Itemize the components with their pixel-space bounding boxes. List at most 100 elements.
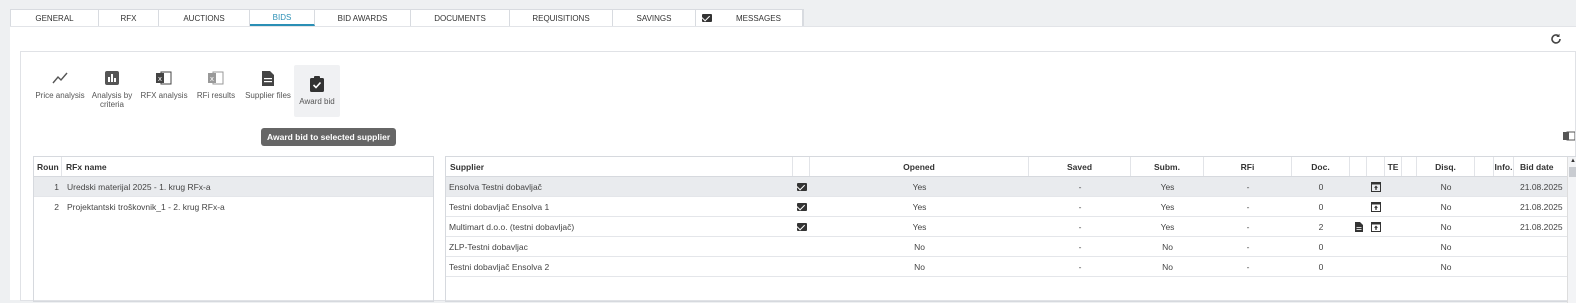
main-panel: Price analysis Analysis by criteria x RF… [10,26,1576,303]
supplier-files-button[interactable]: Supplier files [242,65,294,117]
refresh-icon[interactable] [1550,33,1562,48]
column-header-blank[interactable] [1402,157,1417,176]
rfx-analysis-button[interactable]: x RFX analysis [138,65,190,117]
table-row[interactable]: Multimart d.o.o. (testni dobavljač) Yes … [446,217,1576,237]
files-cell [1350,197,1367,216]
tool-label: Analysis by criteria [91,91,133,109]
tab-label: AUCTIONS [183,13,225,23]
scroll-up-icon[interactable]: ▲ [1570,158,1576,164]
tool-label: Award bid [299,97,335,106]
message-cell[interactable] [793,217,810,236]
disqualified-cell: No [1440,261,1452,272]
tab-label: BID AWARDS [337,13,388,23]
column-header-message[interactable] [793,157,810,176]
envelope-icon[interactable] [796,202,807,211]
price-analysis-button[interactable]: Price analysis [34,65,86,117]
column-header-opened[interactable]: Opened [810,157,1029,176]
bids-panel: Price analysis Analysis by criteria x RF… [20,51,1576,303]
blank-cell [1402,177,1417,196]
column-header-info[interactable]: Info. [1494,157,1514,176]
open-bid-icon[interactable] [1371,181,1381,192]
open-bid-icon[interactable] [1371,221,1381,232]
files-cell [1350,257,1367,276]
excel-export-icon[interactable] [1563,128,1576,141]
column-header-rfi[interactable]: RFi [1204,157,1292,176]
column-header-files[interactable] [1350,157,1367,176]
rfi-cell: - [1246,241,1250,252]
document-icon[interactable] [1354,221,1363,232]
view-cell[interactable] [1367,177,1385,196]
message-cell[interactable] [793,177,810,196]
te-cell [1385,237,1402,256]
tab-bids[interactable]: BIDS [250,10,315,26]
suppliers-table: Supplier Opened Saved Subm. RFi Doc. TE … [445,156,1576,303]
column-header-rfx-name[interactable]: RFx name [62,157,433,176]
column-header-disqualified[interactable]: Disq. [1417,157,1475,176]
tab-label: SAVINGS [636,13,672,23]
envelope-icon[interactable] [796,182,807,191]
saved-cell: - [1078,261,1082,272]
column-header-te[interactable]: TE [1385,157,1402,176]
scrollbar-thumb[interactable] [1569,167,1576,177]
rfi-cell: - [1246,181,1250,192]
saved-cell: - [1078,201,1082,212]
table-row[interactable]: Testni dobavljač Ensolva 2 No - No - 0 N… [446,257,1576,277]
column-header-view[interactable] [1367,157,1385,176]
table-row[interactable]: ZLP-Testni dobavljac No - No - 0 No [446,237,1576,257]
award-bid-button[interactable]: Award bid [294,65,340,117]
saved-cell: - [1078,241,1082,252]
tab-bid-awards[interactable]: BID AWARDS [315,10,411,26]
blank-cell [1475,197,1494,216]
tab-label: REQUISITIONS [532,13,590,23]
trend-line-icon [52,70,68,86]
opened-cell: No [914,241,925,252]
tab-documents[interactable]: DOCUMENTS [411,10,510,26]
column-header-blank[interactable] [1475,157,1494,176]
open-bid-icon[interactable] [1371,201,1381,212]
table-row[interactable]: 2 Projektantski troškovnik_1 - 2. krug R… [34,197,433,217]
svg-text:x: x [210,75,214,83]
envelope-icon[interactable] [796,222,807,231]
tab-messages[interactable]: MESSAGES [696,10,803,26]
submitted-cell: Yes [1160,181,1175,192]
disqualified-cell: No [1440,221,1452,232]
column-header-supplier[interactable]: Supplier [446,157,793,176]
envelope-icon [702,14,712,22]
submitted-cell: No [1162,241,1173,252]
column-header-round[interactable]: Roun [34,157,62,176]
view-cell[interactable] [1367,197,1385,216]
opened-cell: Yes [912,221,927,232]
rfx-rounds-table: Roun RFx name 1 Uredski materijal 2025 -… [33,156,434,302]
tool-label: RFi results [196,91,236,100]
table-row[interactable]: Ensolva Testni dobavljač Yes - Yes - 0 N… [446,177,1576,197]
view-cell [1367,257,1385,276]
tab-auctions[interactable]: AUCTIONS [159,10,250,26]
table-row[interactable]: Testni dobavljač Ensolva 1 Yes - Yes - 0… [446,197,1576,217]
message-cell [793,237,810,256]
files-cell[interactable] [1350,217,1367,236]
doc-cell: 0 [1318,261,1324,272]
info-cell [1494,217,1514,236]
table-row[interactable]: 1 Uredski materijal 2025 - 1. krug RFx-a [34,177,433,197]
tab-general[interactable]: GENERAL [11,10,99,26]
view-cell[interactable] [1367,217,1385,236]
rfi-results-button[interactable]: x RFi results [190,65,242,117]
tab-rfx[interactable]: RFX [99,10,159,26]
message-cell[interactable] [793,197,810,216]
vertical-scrollbar[interactable]: ▲ [1567,157,1576,303]
tab-label: GENERAL [35,13,74,23]
tab-savings[interactable]: SAVINGS [613,10,696,26]
tab-requisitions[interactable]: REQUISITIONS [510,10,613,26]
column-header-saved[interactable]: Saved [1029,157,1131,176]
award-bid-tooltip: Award bid to selected supplier [261,128,397,146]
tool-label: Price analysis [35,91,85,100]
info-cell [1494,237,1514,256]
doc-cell: 2 [1318,221,1324,232]
column-header-doc[interactable]: Doc. [1292,157,1350,176]
disqualified-cell: No [1440,201,1452,212]
analysis-by-criteria-button[interactable]: Analysis by criteria [86,65,138,117]
column-header-submitted[interactable]: Subm. [1131,157,1204,176]
supplier-cell: ZLP-Testni dobavljac [449,241,528,252]
rfx-name-cell: Uredski materijal 2025 - 1. krug RFx-a [67,181,211,192]
info-cell [1494,197,1514,216]
